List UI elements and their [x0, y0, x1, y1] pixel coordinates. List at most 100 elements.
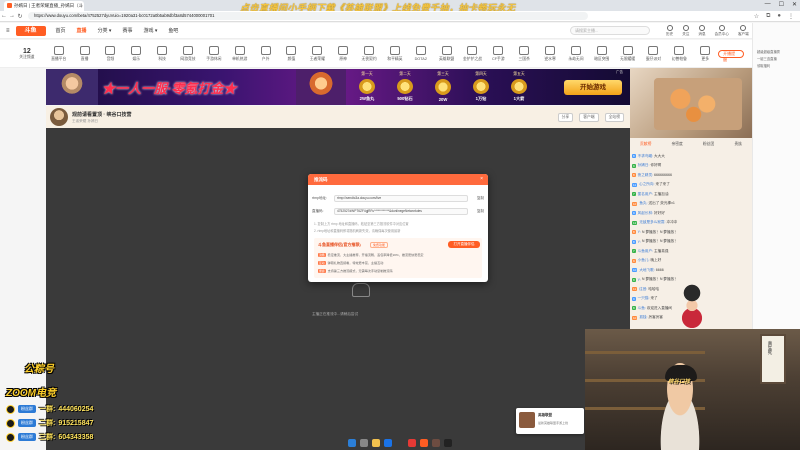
- steam-icon[interactable]: [396, 439, 404, 447]
- followed-channels[interactable]: 12 关注频道: [8, 48, 46, 60]
- client-button[interactable]: 客户端: [579, 112, 599, 122]
- category-item[interactable]: 王者荣耀: [304, 45, 330, 62]
- chat-username[interactable]: 不求鸟瞰:: [638, 154, 653, 159]
- tab-intimacy[interactable]: 亲密度: [671, 142, 682, 147]
- game-notification[interactable]: 英雄联盟 最新英雄联盟手游上线: [516, 408, 584, 434]
- rtmp-field[interactable]: rtmp://sendtc3a.douyu.com/live: [334, 194, 468, 202]
- category-item[interactable]: 和平精英: [382, 45, 408, 62]
- category-item[interactable]: 更多: [692, 45, 718, 62]
- url-input[interactable]: https://www.douyu.com/beta/4752527dyuVui…: [28, 12, 588, 20]
- category-item[interactable]: 无畏契约: [356, 45, 382, 62]
- chat-username[interactable]: 孙嫣日:: [638, 163, 650, 168]
- category-item[interactable]: 直播平台: [46, 45, 72, 62]
- nav-home[interactable]: 首页: [56, 27, 66, 34]
- chat-username[interactable]: 往昔:: [639, 287, 647, 292]
- chat-username[interactable]: Y:: [638, 240, 641, 244]
- open-companion-button[interactable]: 打开直播伴侣: [448, 241, 480, 248]
- category-item[interactable]: CF手游: [485, 45, 511, 62]
- chat-username[interactable]: 鱼丸:: [639, 201, 647, 206]
- chat-username[interactable]: 孤独:: [639, 315, 647, 320]
- header-member[interactable]: 会员中心: [715, 25, 729, 37]
- category-item[interactable]: 单机热游: [227, 45, 253, 62]
- category-item[interactable]: 幻兽帕鲁: [666, 45, 692, 62]
- douyu-icon[interactable]: [420, 439, 428, 447]
- nav-category[interactable]: 分类 ▾: [98, 27, 112, 34]
- category-item[interactable]: 颜值: [279, 45, 305, 62]
- minimize-icon[interactable]: —: [765, 1, 771, 8]
- header-follow[interactable]: 关注: [682, 25, 689, 37]
- forward-icon[interactable]: →: [8, 13, 16, 19]
- category-item[interactable]: 暗区突围: [589, 45, 615, 62]
- category-item[interactable]: 网游竞技: [175, 45, 201, 62]
- copy-rtmp-button[interactable]: 复制: [468, 196, 484, 201]
- search-icon[interactable]: [360, 439, 368, 447]
- category-item[interactable]: DOTA2: [408, 46, 434, 61]
- chat-username[interactable]: 小鱼儿:: [638, 258, 650, 263]
- chat-username[interactable]: 一只猫:: [638, 296, 650, 301]
- ad-banner[interactable]: ★一人一服·零氪打金★ 第一天 2W鱼丸 第二天 500钻石 第三天 20W 第四天 1万钻第…: [46, 69, 630, 105]
- start-game-button[interactable]: 开始游戏: [564, 80, 622, 95]
- header-history[interactable]: 历史: [666, 25, 673, 37]
- close-icon[interactable]: ✕: [792, 1, 797, 8]
- rank-button[interactable]: 全站榜: [604, 112, 624, 122]
- folder-icon[interactable]: [372, 439, 380, 447]
- header-client[interactable]: 客户端: [738, 25, 749, 37]
- tab-contribution[interactable]: 贡献榜: [640, 142, 651, 147]
- category-item[interactable]: 无限暖暖: [615, 45, 641, 62]
- nav-yuba[interactable]: 鱼吧: [168, 27, 178, 34]
- share-button[interactable]: 分享: [557, 112, 574, 122]
- maximize-icon[interactable]: ☐: [779, 1, 784, 8]
- chat-username[interactable]: 斗鱼用户:: [638, 249, 653, 254]
- streamer-avatar[interactable]: [50, 108, 68, 126]
- category-item[interactable]: 逆水寒: [537, 45, 563, 62]
- category-item[interactable]: 原神: [330, 45, 356, 62]
- back-icon[interactable]: ←: [0, 13, 8, 19]
- header-message[interactable]: 消息: [698, 25, 706, 37]
- tab-noble[interactable]: 贵族: [734, 142, 742, 147]
- category-item[interactable]: 蛋仔派对: [641, 45, 667, 62]
- category-item[interactable]: 直播: [72, 45, 98, 62]
- chat-username[interactable]: Y:: [638, 278, 641, 282]
- game-icon[interactable]: [432, 439, 440, 447]
- category-item[interactable]: 永劫无间: [563, 45, 589, 62]
- stream-key-field[interactable]: 4752527dWPT6ZF4gjRFu************&dunline…: [334, 207, 468, 215]
- tab-fans[interactable]: 粉丝团: [703, 142, 714, 147]
- nav-games[interactable]: 游戏 ▾: [143, 27, 157, 34]
- browser-tab[interactable]: 孙嫣日 | 王者荣耀直播_孙嫣日（斗: [4, 0, 84, 11]
- category-item[interactable]: 英雄联盟: [434, 45, 460, 62]
- browser-icon[interactable]: [384, 439, 392, 447]
- chat-username[interactable]: 心之所向:: [639, 182, 654, 187]
- category-item[interactable]: 科技: [149, 45, 175, 62]
- close-icon[interactable]: ×: [480, 176, 483, 182]
- profile-icon[interactable]: ●: [777, 13, 781, 20]
- search-input[interactable]: 请搜索主播...: [570, 26, 650, 35]
- category-item[interactable]: 三国杀: [511, 45, 537, 62]
- chat-username[interactable]: 夜之精灵:: [638, 173, 653, 178]
- windows-start-icon[interactable]: [348, 439, 356, 447]
- nav-live[interactable]: 直播: [77, 27, 87, 34]
- app-icon[interactable]: [408, 439, 416, 447]
- strip-item[interactable]: 一键三连直播: [757, 56, 799, 61]
- chat-username[interactable]: 匿名用户:: [638, 192, 653, 197]
- chat-username[interactable]: Y:: [638, 230, 641, 234]
- reload-icon[interactable]: ↻: [16, 13, 24, 20]
- copy-key-button[interactable]: 复制: [468, 209, 484, 214]
- chat-username[interactable]: 斗鱼:: [638, 306, 646, 311]
- reminder-button[interactable]: 开播提醒: [718, 49, 745, 62]
- obs-icon[interactable]: [444, 439, 452, 447]
- chat-username[interactable]: 无敌是多么寂寞:: [639, 220, 665, 225]
- nav-events[interactable]: 赛事: [122, 27, 132, 34]
- category-item[interactable]: 户外: [253, 45, 279, 62]
- menu-icon[interactable]: ⋮: [788, 13, 794, 20]
- strip-item[interactable]: 领取福利: [757, 63, 799, 68]
- strip-item[interactable]: 超级超级直播秀: [757, 49, 799, 54]
- extensions-icon[interactable]: ⧉: [766, 13, 770, 20]
- hamburger-icon[interactable]: ≡: [6, 28, 10, 34]
- category-item[interactable]: 音频: [98, 45, 124, 62]
- site-logo[interactable]: 斗鱼: [15, 25, 46, 36]
- category-item[interactable]: 娱乐: [123, 45, 149, 62]
- category-item[interactable]: 手游休闲: [201, 45, 227, 62]
- category-item[interactable]: 金铲铲之战: [460, 45, 486, 62]
- star-icon[interactable]: ☆: [754, 13, 759, 20]
- chat-username[interactable]: 大地飞歌:: [639, 268, 654, 273]
